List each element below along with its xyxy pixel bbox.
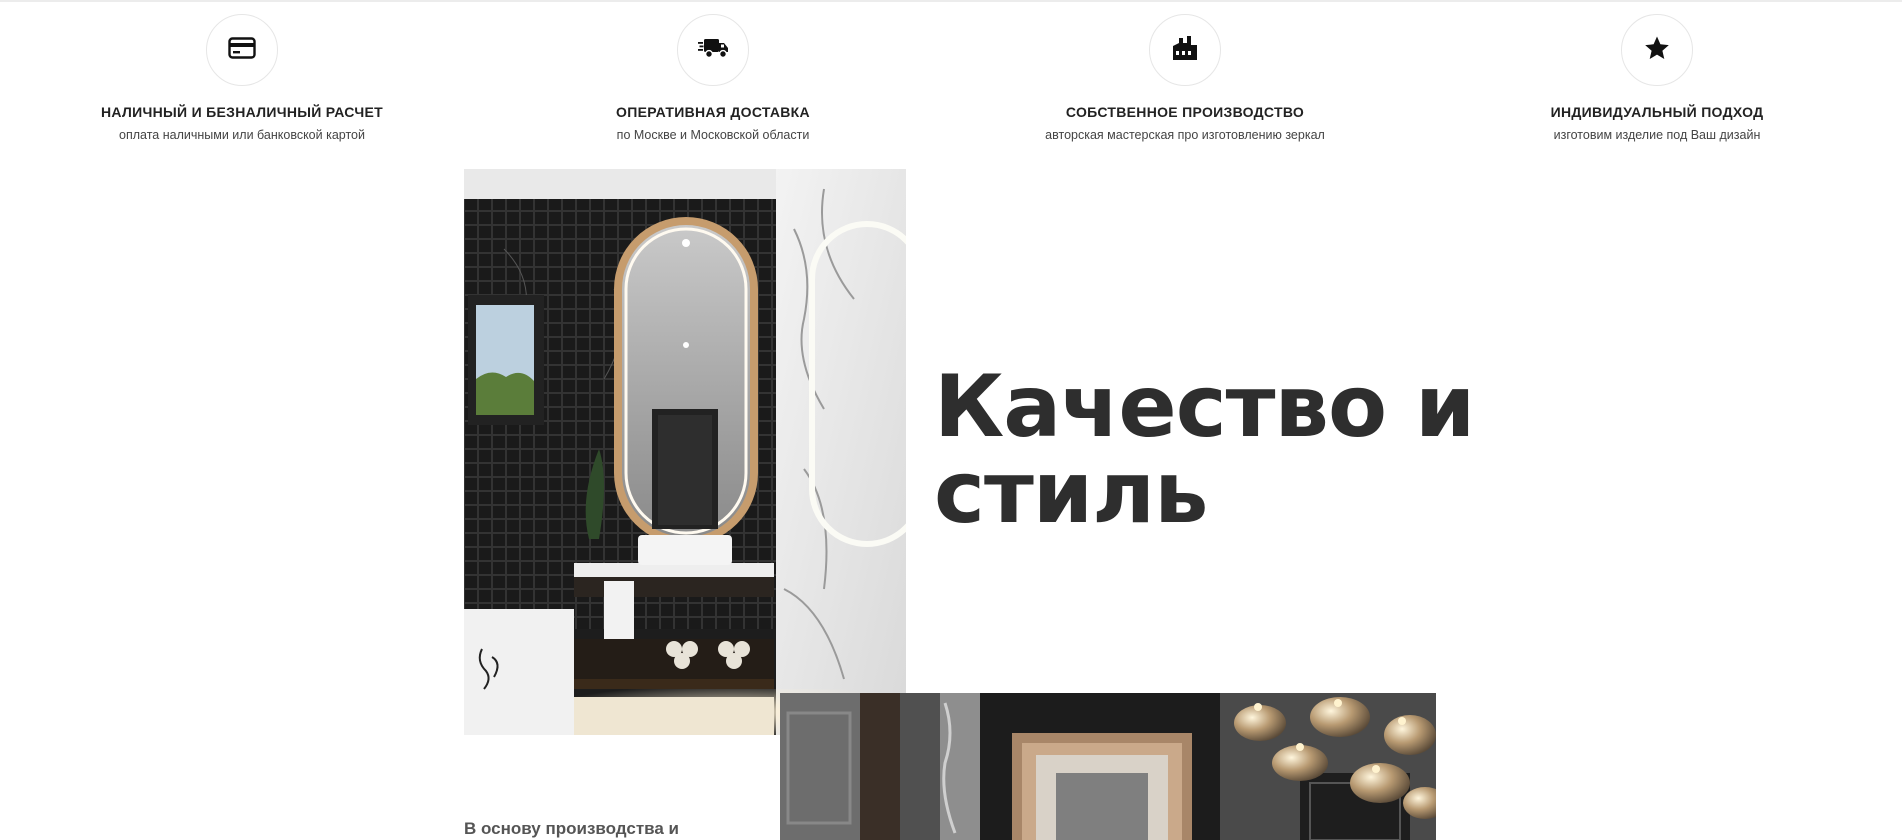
hero-headline-line2: стиль	[934, 443, 1208, 543]
feature-subtitle: оплата наличными или банковской картой	[119, 128, 365, 142]
hero-headline-line1: Качество и	[934, 357, 1475, 457]
feature-title: ИНДИВИДУАЛЬНЫЙ ПОДХОД	[1550, 104, 1764, 120]
feature-title: ОПЕРАТИВНАЯ ДОСТАВКА	[616, 104, 810, 120]
feature-subtitle: изготовим изделие под Ваш дизайн	[1553, 128, 1761, 142]
feature-payment: НАЛИЧНЫЙ И БЕЗНАЛИЧНЫЙ РАСЧЕТ оплата нал…	[32, 14, 452, 143]
factory-icon	[1171, 34, 1199, 67]
feature-title: НАЛИЧНЫЙ И БЕЗНАЛИЧНЫЙ РАСЧЕТ	[101, 104, 383, 120]
feature-icon-circle	[1149, 14, 1221, 86]
feature-individual: ИНДИВИДУАЛЬНЫЙ ПОДХОД изготовим изделие …	[1447, 14, 1867, 143]
star-icon	[1644, 35, 1670, 66]
feature-icon-circle	[1621, 14, 1693, 86]
feature-title: СОБСТВЕННОЕ ПРОИЗВОДСТВО	[1065, 104, 1305, 120]
feature-production: СОБСТВЕННОЕ ПРОИЗВОДСТВО авторская масте…	[975, 14, 1395, 143]
hero-headline: Качество и стиль	[934, 364, 1494, 536]
feature-icon-circle	[206, 14, 278, 86]
intro-paragraph: В основу производства и	[464, 819, 679, 838]
features-bar: НАЛИЧНЫЙ И БЕЗНАЛИЧНЫЙ РАСЧЕТ оплата нал…	[0, 0, 1902, 160]
feature-delivery: ОПЕРАТИВНАЯ ДОСТАВКА по Москве и Московс…	[503, 14, 923, 143]
credit-card-icon	[228, 36, 256, 64]
feature-icon-circle	[677, 14, 749, 86]
interior-mirror-photo	[780, 693, 1436, 840]
feature-subtitle: авторская мастерская про изготовлению зе…	[1045, 128, 1325, 142]
bathroom-mirror-photo	[464, 169, 906, 735]
delivery-truck-icon	[697, 36, 729, 65]
feature-subtitle: по Москве и Московской области	[616, 128, 810, 142]
